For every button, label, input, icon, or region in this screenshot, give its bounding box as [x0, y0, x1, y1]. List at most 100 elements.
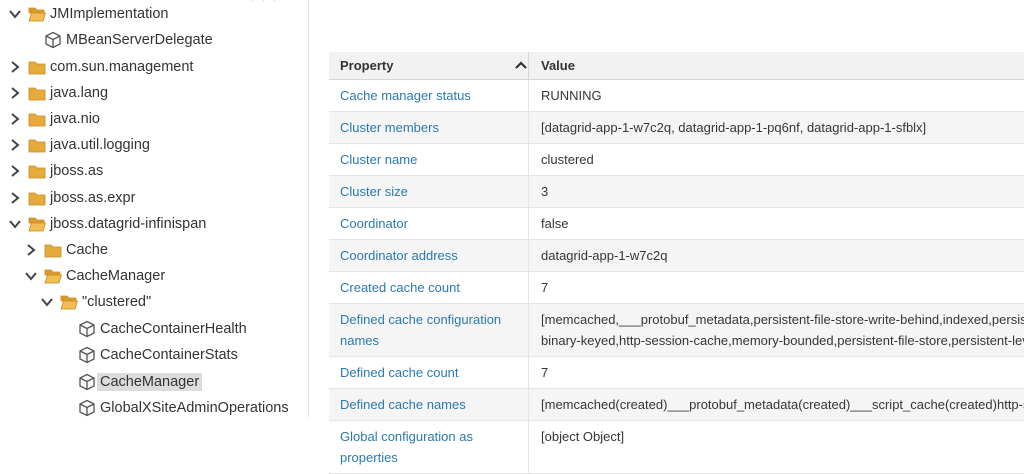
- tree-node[interactable]: java.util.logging: [8, 132, 150, 158]
- chevron-right-icon[interactable]: [8, 60, 22, 74]
- tree-node[interactable]: java.nio: [8, 106, 100, 132]
- tree-node[interactable]: CacheManager: [78, 369, 203, 395]
- property-header-label: Property: [340, 58, 394, 73]
- folder-open-icon: [44, 267, 62, 285]
- tree-node[interactable]: JMImplementation: [8, 1, 168, 27]
- table-body: Cache manager status RUNNING Cluster membe…: [329, 80, 1024, 474]
- property-name-link[interactable]: Coordinator address: [329, 240, 528, 271]
- chevron-right-icon[interactable]: [8, 138, 22, 152]
- tree-node[interactable]: GlobalXSiteAdminOperations: [78, 395, 289, 417]
- property-value-line: [memcached,___protobuf_metadata,persiste…: [541, 312, 1024, 327]
- property-name-line: properties: [340, 450, 398, 465]
- table-row[interactable]: Cache manager status RUNNING: [329, 80, 1024, 112]
- folder-icon: [28, 136, 46, 154]
- mbean-cube-icon: [44, 31, 62, 49]
- tree-node[interactable]: MBeanServerDelegate: [44, 27, 213, 53]
- chevron-right-icon[interactable]: [8, 164, 22, 178]
- property-value: [datagrid-app-1-w7c2q, datagrid-app-1-pq…: [528, 112, 1024, 143]
- table-row[interactable]: Defined cache configuration names [memcach…: [329, 304, 1024, 357]
- property-value: 3: [528, 176, 1024, 207]
- property-name-link[interactable]: Cache manager status: [329, 80, 528, 111]
- table-row[interactable]: Defined cache count 7: [329, 357, 1024, 389]
- table-row[interactable]: Cluster size 3: [329, 176, 1024, 208]
- chevron-down-icon[interactable]: [40, 295, 54, 309]
- property-value: [object Object]: [528, 421, 1024, 473]
- property-name-line: Global configuration as: [340, 429, 473, 444]
- property-value: [memcached(created)___protobuf_metadata(…: [528, 389, 1024, 420]
- attributes-table: Property Value Cache manager status RUNNI…: [329, 52, 1024, 474]
- tree-node-label: GlobalXSiteAdminOperations: [100, 400, 289, 416]
- table-row[interactable]: Cluster name clustered: [329, 144, 1024, 176]
- mbean-cube-icon: [78, 320, 96, 338]
- tree-node-label: "clustered": [82, 294, 152, 310]
- property-name-link[interactable]: Cluster name: [329, 144, 528, 175]
- chevron-down-icon[interactable]: [24, 269, 38, 283]
- property-value: 7: [528, 357, 1024, 388]
- tree-node[interactable]: jboss.datagrid-infinispan: [8, 211, 206, 237]
- chevron-down-icon[interactable]: [8, 7, 22, 21]
- table-row[interactable]: Global configuration as properties [object…: [329, 421, 1024, 474]
- mbean-cube-icon: [78, 346, 96, 364]
- table-row[interactable]: Coordinator false: [329, 208, 1024, 240]
- property-name-link[interactable]: Cluster size: [329, 176, 528, 207]
- property-name-link[interactable]: Defined cache configuration names: [329, 304, 528, 356]
- column-header-value[interactable]: Value: [528, 52, 1024, 79]
- property-value: datagrid-app-1-w7c2q: [528, 240, 1024, 271]
- tree-node[interactable]: Cache: [24, 237, 108, 263]
- folder-icon: [28, 189, 46, 207]
- tree-node-label: CacheManager: [66, 268, 166, 284]
- tree-node-label: com.sun.management: [50, 59, 194, 75]
- pane-divider[interactable]: [308, 0, 309, 417]
- mbean-tree: · · · JMImplementation MBeanServerDelegate…: [0, 0, 308, 417]
- property-name-link[interactable]: Coordinator: [329, 208, 528, 239]
- table-row[interactable]: Created cache count 7: [329, 272, 1024, 304]
- property-name-link[interactable]: Created cache count: [329, 272, 528, 303]
- folder-icon: [28, 110, 46, 128]
- property-value: false: [528, 208, 1024, 239]
- tree-node-label: jboss.as.expr: [50, 190, 136, 206]
- folder-icon: [44, 241, 62, 259]
- property-value: 7: [528, 272, 1024, 303]
- tree-node-label: jboss.as: [50, 163, 104, 179]
- column-header-property[interactable]: Property: [329, 52, 528, 79]
- tree-node-label: java.util.logging: [50, 137, 150, 153]
- folder-icon: [28, 84, 46, 102]
- folder-open-icon: [28, 215, 46, 233]
- property-value-line: binary-keyed,http-session-cache,memory-b…: [541, 333, 1024, 348]
- tree-node[interactable]: jboss.as.expr: [8, 185, 135, 211]
- tree-node-label: jboss.datagrid-infinispan: [50, 216, 207, 232]
- property-value: RUNNING: [528, 80, 1024, 111]
- tree-node[interactable]: java.lang: [8, 80, 108, 106]
- table-header: Property Value: [329, 52, 1024, 80]
- tree-overflow-dots: · · ·: [251, 0, 279, 6]
- property-name-link[interactable]: Defined cache names: [329, 389, 528, 420]
- chevron-right-icon[interactable]: [8, 191, 22, 205]
- tree-node-label: CacheContainerHealth: [100, 321, 247, 337]
- tree-node-label: CacheManager: [97, 373, 203, 391]
- chevron-right-icon[interactable]: [24, 243, 38, 257]
- tree-node-label: java.nio: [50, 111, 100, 127]
- table-row[interactable]: Coordinator address datagrid-app-1-w7c2q: [329, 240, 1024, 272]
- tree-node[interactable]: "clustered": [40, 289, 151, 315]
- tree-node[interactable]: CacheContainerStats: [78, 342, 238, 368]
- property-name-link[interactable]: Cluster members: [329, 112, 528, 143]
- tree-node-label: Cache: [66, 242, 108, 258]
- property-value: clustered: [528, 144, 1024, 175]
- sort-ascending-icon[interactable]: [514, 59, 528, 74]
- tree-node[interactable]: CacheContainerHealth: [78, 316, 247, 342]
- mbean-cube-icon: [78, 399, 96, 417]
- chevron-down-icon[interactable]: [8, 217, 22, 231]
- tree-node[interactable]: com.sun.management: [8, 54, 193, 80]
- property-name-link[interactable]: Global configuration as properties: [329, 421, 528, 473]
- mbean-cube-icon: [78, 373, 96, 391]
- chevron-right-icon[interactable]: [8, 86, 22, 100]
- chevron-right-icon[interactable]: [8, 112, 22, 126]
- property-name-link[interactable]: Defined cache count: [329, 357, 528, 388]
- table-row[interactable]: Defined cache names [memcached(created)__…: [329, 389, 1024, 421]
- folder-icon: [28, 58, 46, 76]
- tree-node[interactable]: CacheManager: [24, 263, 165, 289]
- property-value: [memcached,___protobuf_metadata,persiste…: [528, 304, 1024, 356]
- tree-node[interactable]: jboss.as: [8, 158, 103, 184]
- folder-open-icon: [60, 293, 78, 311]
- table-row[interactable]: Cluster members [datagrid-app-1-w7c2q, da…: [329, 112, 1024, 144]
